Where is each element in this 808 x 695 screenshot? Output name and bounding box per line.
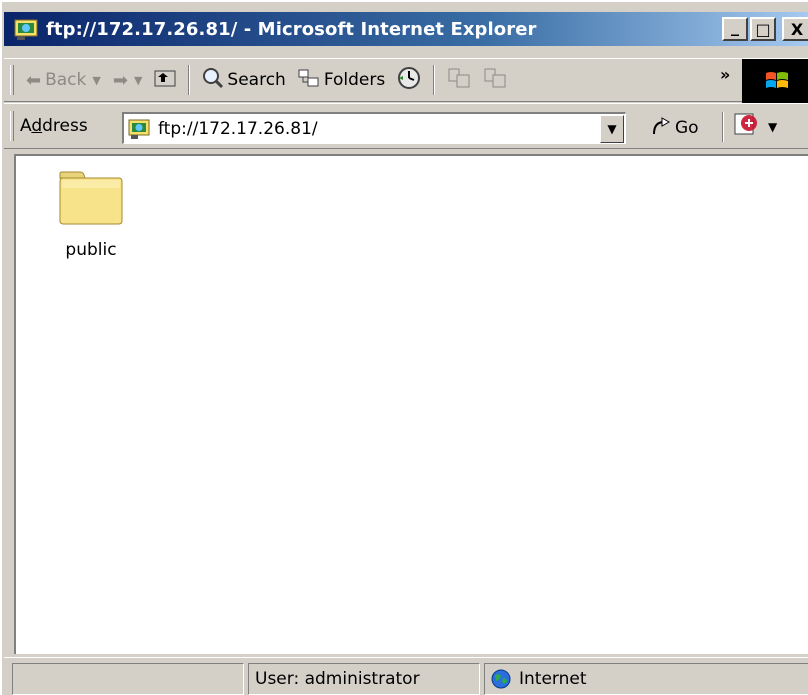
address-label-suffix: dress (42, 116, 88, 136)
acrobat-pdf-icon (732, 110, 760, 143)
address-label: Address (20, 116, 92, 136)
forward-arrow-icon: ➡ (112, 69, 128, 91)
copy-to-icon (483, 67, 507, 94)
globe-icon (491, 669, 511, 689)
minimize-button[interactable]: _ (722, 17, 748, 41)
toolbar-grip[interactable] (10, 65, 14, 95)
back-label: Back (45, 70, 87, 90)
search-icon (202, 67, 224, 94)
folders-icon (298, 68, 320, 93)
address-dropdown-button[interactable]: ▼ (600, 115, 624, 143)
move-to-icon (447, 67, 471, 94)
folders-button[interactable]: Folders (292, 62, 391, 98)
forward-button[interactable]: ➡ ▼ (107, 62, 149, 98)
toolbar-grip[interactable] (10, 111, 14, 141)
address-toolbar: Address ftp://172.17.26.81/ ▼ Go ▼ (4, 103, 808, 149)
folder-label: public (65, 240, 117, 260)
browser-window: ftp://172.17.26.81/ - Microsoft Internet… (0, 0, 808, 695)
minimize-icon: _ (731, 16, 739, 36)
status-pane-user: User: administrator (248, 663, 480, 695)
folder-item-public[interactable]: public (56, 170, 126, 260)
toolbar-chevron[interactable]: » (720, 65, 730, 84)
toolbar-separator (188, 65, 191, 95)
back-dropdown-icon[interactable]: ▼ (92, 74, 100, 87)
ftp-site-icon (128, 118, 150, 140)
maximize-icon: □ (755, 19, 771, 39)
ftp-folder-icon (14, 17, 38, 41)
forward-dropdown-icon[interactable]: ▼ (134, 74, 142, 87)
toolbar-separator (722, 112, 724, 142)
search-button[interactable]: Search (196, 62, 291, 98)
address-input[interactable]: ftp://172.17.26.81/ ▼ (122, 112, 626, 144)
address-label-accelerator: d (31, 116, 43, 136)
status-zone-text: Internet (519, 669, 587, 689)
close-icon: X (790, 19, 804, 39)
standard-toolbar: ⬅ Back ▼ ➡ ▼ Search Folders » (4, 58, 808, 103)
back-button[interactable]: ⬅ Back ▼ (20, 62, 107, 98)
close-button[interactable]: X (782, 17, 808, 41)
chevron-down-icon: ▼ (607, 122, 617, 136)
maximize-button[interactable]: □ (750, 17, 776, 41)
history-button[interactable] (391, 62, 427, 98)
go-label: Go (675, 118, 699, 138)
status-pane-zone: Internet (484, 663, 808, 695)
pdf-addon-button[interactable]: ▼ (732, 110, 777, 143)
window-title: ftp://172.17.26.81/ - Microsoft Internet… (46, 18, 537, 40)
pdf-dropdown-icon[interactable]: ▼ (768, 120, 777, 134)
back-arrow-icon: ⬅ (26, 69, 42, 91)
up-folder-icon (154, 68, 176, 93)
folder-view[interactable]: public (14, 154, 808, 654)
up-folder-button[interactable] (148, 62, 182, 98)
toolbar-separator (433, 65, 436, 95)
history-clock-icon (397, 66, 421, 95)
move-to-button[interactable] (441, 62, 477, 98)
windows-logo (742, 59, 808, 103)
folder-icon (56, 170, 126, 230)
search-label: Search (227, 70, 286, 90)
go-button[interactable]: Go (644, 112, 705, 144)
folders-label: Folders (323, 70, 386, 90)
title-bar[interactable]: ftp://172.17.26.81/ - Microsoft Internet… (4, 12, 808, 46)
status-bar: User: administrator Internet (4, 657, 808, 695)
address-value: ftp://172.17.26.81/ (158, 118, 318, 139)
address-label-prefix: A (20, 116, 32, 136)
status-user-text: User: administrator (255, 669, 420, 689)
copy-to-button[interactable] (477, 62, 513, 98)
go-arrow-icon (650, 116, 672, 141)
status-pane-main (12, 663, 244, 695)
